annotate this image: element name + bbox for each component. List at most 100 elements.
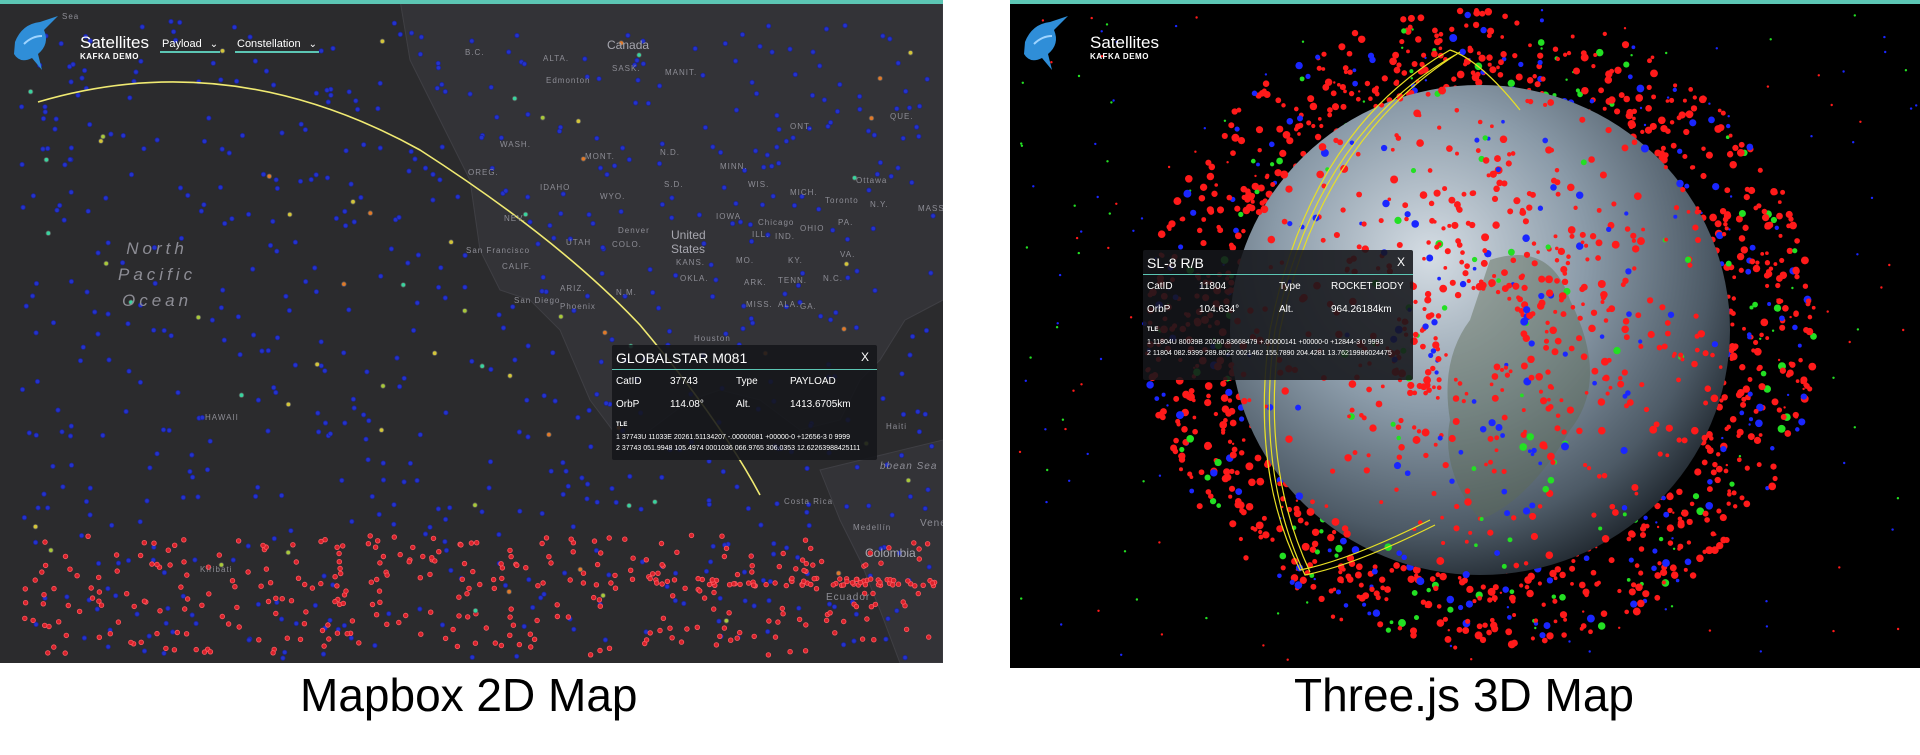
satellite-marker[interactable] (711, 589, 717, 596)
satellite-marker[interactable] (883, 636, 889, 642)
debris-point[interactable] (1692, 493, 1700, 500)
debris-point[interactable] (1649, 122, 1657, 130)
satellite-marker[interactable] (841, 326, 847, 332)
satellite-marker[interactable] (634, 57, 640, 64)
star-point[interactable] (1896, 497, 1900, 500)
satellite-marker[interactable] (608, 580, 614, 586)
debris-point[interactable] (1529, 502, 1536, 509)
debris-point[interactable] (1247, 398, 1252, 403)
debris-point[interactable] (1597, 622, 1606, 630)
debris-point[interactable] (1471, 73, 1480, 82)
debris-point[interactable] (1255, 126, 1264, 134)
debris-point[interactable] (1367, 611, 1372, 616)
satellite-marker[interactable] (318, 48, 324, 54)
debris-point[interactable] (1343, 603, 1349, 608)
debris-point[interactable] (1638, 339, 1643, 344)
debris-point[interactable] (1601, 535, 1610, 543)
debris-point[interactable] (1404, 216, 1409, 222)
debris-point[interactable] (1736, 148, 1745, 157)
star-point[interactable] (1859, 120, 1862, 124)
constellation-dropdown[interactable]: Constellation ⌄ (235, 38, 319, 53)
debris-point[interactable] (1756, 203, 1762, 209)
satellite-marker[interactable] (43, 157, 50, 163)
satellite-marker[interactable] (877, 160, 884, 166)
debris-point[interactable] (1800, 393, 1807, 400)
satellite-marker[interactable] (309, 585, 316, 591)
debris-point[interactable] (1280, 170, 1289, 179)
debris-point[interactable] (1622, 512, 1627, 517)
satellite-marker[interactable] (32, 577, 38, 583)
satellite-marker[interactable] (337, 565, 343, 572)
debris-point[interactable] (1794, 414, 1799, 419)
debris-point[interactable] (1642, 590, 1650, 598)
debris-point[interactable] (1500, 433, 1505, 438)
debris-point[interactable] (1626, 108, 1634, 117)
debris-point[interactable] (1175, 418, 1181, 424)
debris-point[interactable] (1552, 46, 1559, 52)
star-point[interactable] (1032, 185, 1035, 188)
debris-point[interactable] (1461, 577, 1468, 584)
satellite-marker[interactable] (510, 304, 516, 310)
debris-point[interactable] (1504, 372, 1511, 378)
debris-point[interactable] (1312, 558, 1318, 565)
satellite-marker[interactable] (412, 156, 418, 162)
satellite-marker[interactable] (456, 594, 462, 600)
star-point[interactable] (1470, 658, 1473, 661)
satellite-marker[interactable] (435, 65, 442, 71)
satellite-marker[interactable] (378, 427, 385, 433)
satellite-marker[interactable] (312, 602, 318, 609)
satellite-marker[interactable] (229, 578, 236, 584)
debris-point[interactable] (1538, 299, 1546, 307)
debris-point[interactable] (1724, 226, 1729, 231)
debris-point[interactable] (1624, 226, 1631, 232)
debris-point[interactable] (1542, 444, 1548, 450)
debris-point[interactable] (1268, 141, 1275, 148)
satellite-marker[interactable] (660, 615, 667, 621)
satellite-marker[interactable] (506, 49, 512, 55)
star-point[interactable] (1506, 606, 1510, 609)
debris-point[interactable] (1293, 505, 1300, 512)
satellite-marker[interactable] (308, 177, 314, 183)
debris-point[interactable] (1775, 275, 1783, 282)
debris-point[interactable] (1221, 430, 1226, 435)
debris-point[interactable] (1589, 98, 1595, 104)
satellite-marker[interactable] (667, 625, 673, 631)
satellite-marker[interactable] (79, 75, 85, 81)
satellite-marker[interactable] (258, 583, 264, 589)
star-point[interactable] (1791, 286, 1794, 290)
satellite-marker[interactable] (752, 148, 759, 154)
satellite-marker[interactable] (586, 407, 592, 413)
debris-point[interactable] (1628, 557, 1634, 563)
debris-point[interactable] (1431, 490, 1437, 497)
star-point[interactable] (1075, 236, 1079, 240)
debris-point[interactable] (1553, 234, 1558, 239)
debris-point[interactable] (1431, 27, 1438, 34)
satellite-marker[interactable] (638, 506, 644, 512)
debris-point[interactable] (1455, 238, 1461, 244)
debris-point[interactable] (1744, 465, 1750, 471)
debris-point[interactable] (1546, 632, 1554, 640)
debris-point[interactable] (1543, 338, 1550, 344)
satellite-marker[interactable] (21, 514, 27, 521)
satellite-marker[interactable] (543, 535, 550, 541)
debris-point[interactable] (1214, 458, 1222, 467)
satellite-marker[interactable] (565, 483, 571, 489)
debris-point[interactable] (1236, 107, 1242, 113)
satellite-marker[interactable] (630, 555, 636, 561)
satellite-marker[interactable] (870, 590, 876, 597)
satellite-marker[interactable] (68, 145, 75, 151)
satellite-marker[interactable] (252, 58, 258, 64)
satellite-marker[interactable] (723, 545, 730, 552)
debris-point[interactable] (1680, 357, 1685, 362)
satellite-marker[interactable] (442, 89, 448, 95)
debris-point[interactable] (1473, 9, 1481, 17)
star-point[interactable] (1909, 107, 1913, 110)
debris-point[interactable] (1216, 224, 1221, 230)
star-point[interactable] (1727, 115, 1730, 118)
satellite-marker[interactable] (85, 208, 91, 214)
satellite-marker[interactable] (273, 389, 279, 396)
satellite-marker[interactable] (851, 638, 857, 644)
debris-point[interactable] (1255, 521, 1264, 530)
satellite-marker[interactable] (146, 633, 152, 639)
debris-point[interactable] (1497, 71, 1504, 78)
